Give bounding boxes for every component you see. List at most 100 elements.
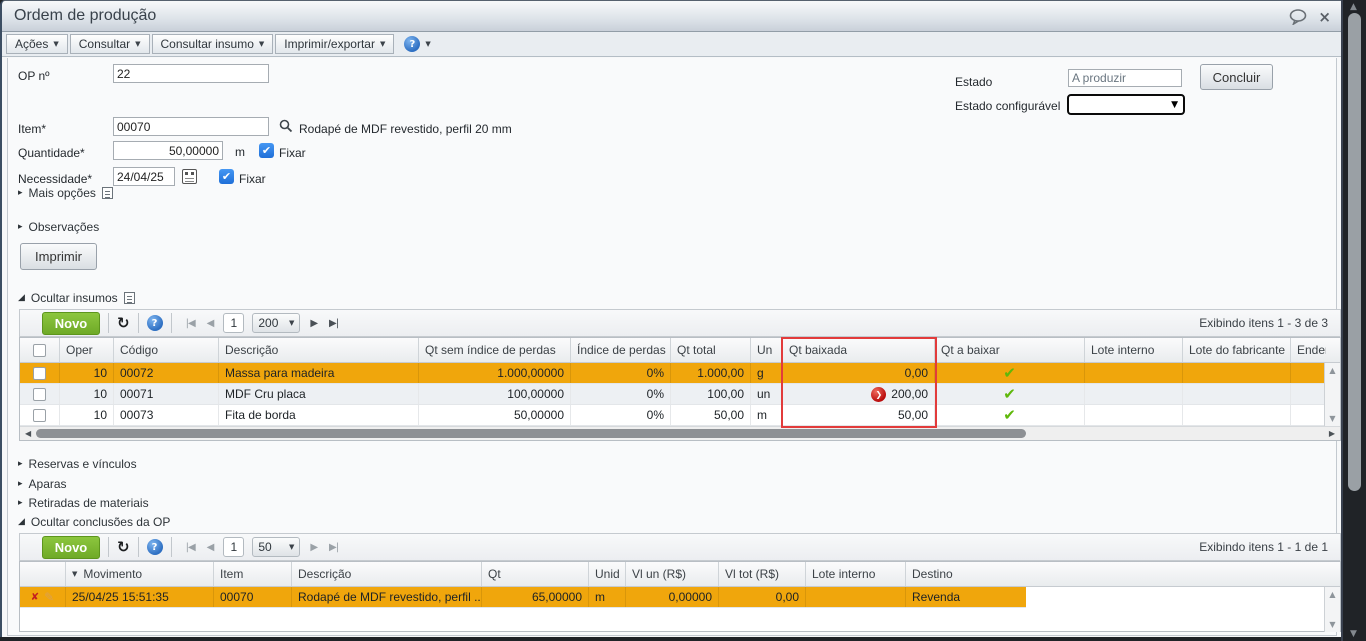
column-header[interactable]: Unid: [589, 562, 626, 586]
column-header[interactable]: Oper: [60, 338, 114, 362]
reservas-toggle[interactable]: ▸ Reservas e vínculos: [18, 457, 137, 471]
column-header[interactable]: Lote do fabricante: [1183, 338, 1291, 362]
column-header-movimento[interactable]: ▼ Movimento: [66, 562, 214, 586]
retiradas-toggle[interactable]: ▸ Retiradas de materiais: [18, 496, 149, 510]
menu-consultar[interactable]: Consultar ▼: [69, 34, 150, 54]
pager-prev-icon[interactable]: ◀: [207, 542, 215, 553]
search-icon[interactable]: [279, 119, 293, 133]
necessidade-fixar-checkbox[interactable]: ✔: [219, 169, 234, 184]
scroll-up-icon[interactable]: ▲: [1350, 2, 1357, 12]
pager-first-icon[interactable]: |◀: [186, 318, 196, 329]
table-row[interactable]: 10 00071 MDF Cru placa 100,00000 0% 100,…: [20, 384, 1340, 405]
menu-help[interactable]: ? ▼: [396, 34, 438, 54]
mais-opcoes-toggle[interactable]: ▸ Mais opções: [18, 186, 113, 200]
table-row[interactable]: ✘ ✎ 25/04/25 15:51:35 00070 Rodapé de MD…: [20, 587, 1026, 608]
pager-pagesize-select[interactable]: 50 ▼: [252, 537, 301, 557]
row-checkbox[interactable]: [33, 387, 46, 401]
aparas-toggle[interactable]: ▸ Aparas: [18, 477, 67, 491]
column-header[interactable]: Ender: [1291, 338, 1326, 362]
row-checkbox[interactable]: [33, 366, 46, 380]
column-header[interactable]: Código: [114, 338, 219, 362]
close-icon[interactable]: ×: [1318, 8, 1331, 26]
help-icon[interactable]: ?: [404, 36, 421, 52]
scroll-left-icon[interactable]: ◀: [25, 429, 31, 438]
grid-vertical-scrollbar[interactable]: ▲ ▼: [1324, 587, 1340, 632]
ocultar-insumos-toggle[interactable]: ◢ Ocultar insumos: [18, 291, 135, 305]
pager-status-text: Exibindo itens 1 - 3 de 3: [1199, 316, 1328, 330]
scroll-up-icon[interactable]: ▲: [1329, 366, 1335, 375]
scroll-down-icon[interactable]: ▼: [1329, 620, 1335, 629]
necessidade-input[interactable]: [113, 167, 175, 186]
column-header[interactable]: Índice de perdas: [571, 338, 671, 362]
pager-next-icon[interactable]: ▶: [310, 318, 318, 329]
drilldown-icon[interactable]: ❯: [871, 386, 887, 402]
column-header[interactable]: Descrição: [292, 562, 482, 586]
pager-last-icon[interactable]: ▶|: [329, 318, 339, 329]
conclusoes-novo-button[interactable]: Novo: [42, 535, 100, 559]
column-header[interactable]: Vl un (R$): [626, 562, 719, 586]
column-header[interactable]: Qt sem índice de perdas: [419, 338, 571, 362]
pager-prev-icon[interactable]: ◀: [207, 318, 215, 329]
conclusoes-grid-header: ▼ Movimento Item Descrição Qt Unid Vl un…: [20, 562, 1340, 587]
edit-pencil-icon[interactable]: ✎: [44, 590, 54, 604]
necessidade-fixar-label: Fixar: [239, 172, 266, 186]
select-all-checkbox[interactable]: [33, 343, 46, 357]
scrollbar-thumb[interactable]: [1348, 13, 1361, 491]
pager-page-input[interactable]: 1: [223, 537, 245, 557]
column-header[interactable]: Lote interno: [1085, 338, 1183, 362]
column-header[interactable]: Item: [214, 562, 292, 586]
ocultar-conclusoes-toggle[interactable]: ◢ Ocultar conclusões da OP: [18, 515, 170, 529]
scroll-right-icon[interactable]: ▶: [1329, 429, 1335, 438]
column-header[interactable]: Un: [751, 338, 783, 362]
calendar-icon[interactable]: [182, 169, 197, 184]
column-header-qt-baixada[interactable]: Qt baixada: [783, 338, 935, 362]
observacoes-toggle[interactable]: ▸ Observações: [18, 220, 99, 234]
menu-consultar-insumo[interactable]: Consultar insumo ▼: [151, 34, 274, 54]
quantidade-input[interactable]: [113, 141, 223, 160]
menubar: Ações ▼ Consultar ▼ Consultar insumo ▼ I…: [2, 32, 1341, 57]
column-header[interactable]: Destino: [906, 562, 1340, 586]
delete-icon[interactable]: ✘: [31, 592, 39, 603]
help-icon[interactable]: ?: [146, 315, 163, 331]
scrollbar-thumb[interactable]: [36, 429, 1027, 438]
pager-last-icon[interactable]: ▶|: [329, 542, 339, 553]
chevron-down-icon: ▼: [1171, 99, 1178, 110]
estado-input[interactable]: [1068, 69, 1182, 87]
table-row[interactable]: 10 00073 Fita de borda 50,00000 0% 50,00…: [20, 405, 1340, 426]
column-header[interactable]: Descrição: [219, 338, 419, 362]
table-row[interactable]: 10 00072 Massa para madeira 1.000,00000 …: [20, 363, 1340, 384]
help-icon[interactable]: ?: [146, 539, 163, 555]
scroll-down-icon[interactable]: ▼: [1350, 629, 1357, 639]
column-header[interactable]: Qt: [482, 562, 589, 586]
pager-next-icon[interactable]: ▶: [310, 542, 318, 553]
comment-bubble-icon[interactable]: [1289, 8, 1308, 25]
refresh-icon[interactable]: ↻: [117, 538, 130, 556]
quantidade-fixar-checkbox[interactable]: ✔: [259, 143, 274, 158]
scroll-down-icon[interactable]: ▼: [1329, 414, 1335, 423]
page-vertical-scrollbar[interactable]: ▲ ▼: [1341, 0, 1366, 641]
insumos-grid: Oper Código Descrição Qt sem índice de p…: [19, 337, 1341, 441]
quantidade-label: Quantidade*: [18, 146, 85, 160]
item-input[interactable]: [113, 117, 269, 136]
column-header[interactable]: Qt a baixar: [935, 338, 1085, 362]
pager-page-input[interactable]: 1: [223, 313, 245, 333]
refresh-icon[interactable]: ↻: [117, 314, 130, 332]
column-header[interactable]: Vl tot (R$): [719, 562, 806, 586]
scroll-up-icon[interactable]: ▲: [1329, 590, 1335, 599]
op-number-input[interactable]: [113, 64, 269, 83]
pager-first-icon[interactable]: |◀: [186, 542, 196, 553]
notes-icon[interactable]: [101, 187, 113, 199]
row-checkbox[interactable]: [33, 408, 46, 422]
pager-pagesize-select[interactable]: 200 ▼: [252, 313, 301, 333]
column-header[interactable]: Qt total: [671, 338, 751, 362]
estado-configuravel-select[interactable]: ▼: [1067, 94, 1185, 115]
menu-imprimir-exportar[interactable]: Imprimir/exportar ▼: [275, 34, 395, 54]
menu-acoes[interactable]: Ações ▼: [6, 34, 68, 54]
grid-vertical-scrollbar[interactable]: ▲ ▼: [1324, 363, 1340, 426]
grid-horizontal-scrollbar[interactable]: ◀ ▶: [20, 426, 1340, 440]
notes-icon[interactable]: [123, 292, 135, 304]
imprimir-button[interactable]: Imprimir: [20, 243, 97, 270]
concluir-button[interactable]: Concluir: [1200, 64, 1273, 90]
insumos-novo-button[interactable]: Novo: [42, 311, 100, 335]
column-header[interactable]: Lote interno: [806, 562, 906, 586]
